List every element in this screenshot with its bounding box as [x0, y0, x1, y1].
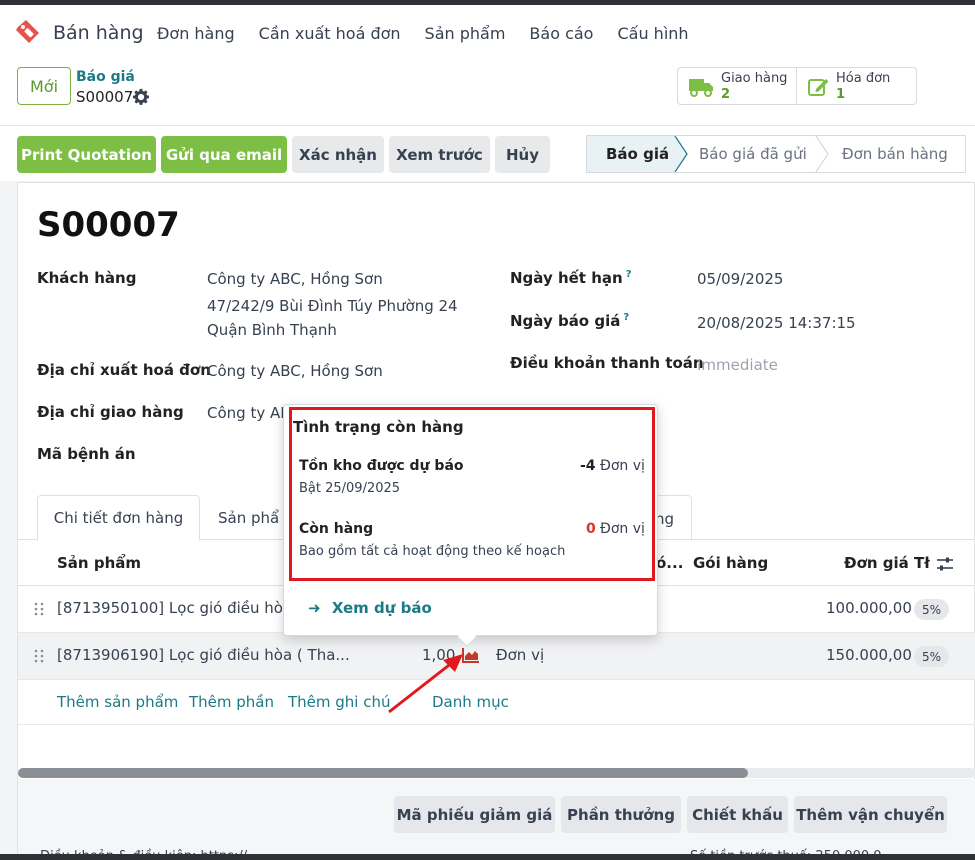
view-forecast-link[interactable]: ➜ Xem dự báo — [308, 599, 432, 617]
col-packaging[interactable]: Gói hàng — [693, 554, 768, 572]
invoice-address-label: Địa chỉ xuất hoá đơn — [37, 361, 211, 379]
forecast-value: -4 — [580, 458, 596, 474]
invoice-smart-button[interactable]: Hóa đơn 1 — [796, 67, 917, 105]
rewards-button[interactable]: Phần thưởng — [561, 796, 681, 833]
menu-products[interactable]: Sản phẩm — [425, 24, 506, 43]
col-taxes[interactable]: Tł — [914, 554, 930, 572]
app-name[interactable]: Bán hàng — [53, 22, 144, 44]
invoice-count: 1 — [836, 87, 846, 102]
customer-address-line2: Quận Bình Thạnh — [207, 321, 337, 339]
forecast-unit: Đơn vị — [600, 458, 645, 474]
add-section-link[interactable]: Thêm phần — [189, 693, 274, 711]
top-navbar: Bán hàng Đơn hàng Cần xuất hoá đơn Sản p… — [0, 5, 975, 59]
main-menu: Đơn hàng Cần xuất hoá đơn Sản phẩm Báo c… — [157, 24, 713, 43]
preview-button[interactable]: Xem trước — [389, 136, 490, 173]
add-product-link[interactable]: Thêm sản phẩm — [57, 693, 178, 711]
col-unit-price[interactable]: Đơn giá — [844, 554, 909, 572]
confirm-button[interactable]: Xác nhận — [292, 136, 384, 173]
horizontal-scrollbar-thumb[interactable] — [18, 768, 748, 778]
sale-tag-icon[interactable] — [14, 18, 42, 46]
cancel-button[interactable]: Hủy — [495, 136, 550, 173]
row-unit-price[interactable]: 100.000,00 — [826, 599, 912, 617]
row-uom[interactable]: Đơn vị — [496, 646, 544, 664]
help-mark[interactable]: ? — [623, 312, 629, 323]
on-hand-unit: Đơn vị — [600, 521, 645, 537]
delivery-address-field[interactable]: Công ty AB — [207, 404, 291, 422]
coupon-button[interactable]: Mã phiếu giảm giá — [394, 796, 555, 833]
customer-label: Khách hàng — [37, 269, 137, 287]
payment-terms-label: Điều khoản thanh toán — [510, 354, 704, 372]
menu-configuration[interactable]: Cấu hình — [617, 24, 688, 43]
row-tax-badge[interactable]: 5% — [914, 599, 950, 620]
help-mark[interactable]: ? — [626, 269, 632, 280]
customer-name[interactable]: Công ty ABC, Hồng Sơn — [207, 270, 383, 288]
breadcrumb-current: S00007 — [76, 88, 134, 106]
pencil-square-icon — [808, 79, 829, 96]
menu-to-invoice[interactable]: Cần xuất hoá đơn — [259, 24, 401, 43]
gear-icon[interactable] — [132, 88, 150, 106]
view-forecast-text: Xem dự báo — [331, 599, 432, 617]
annotation-arrow-icon — [388, 654, 463, 714]
quote-date-label-text: Ngày báo giá — [510, 312, 621, 330]
window-bottom-strip — [0, 854, 975, 860]
add-shipping-button[interactable]: Thêm vận chuyển — [794, 796, 947, 833]
add-note-link[interactable]: Thêm ghi chú — [288, 693, 391, 711]
menu-orders[interactable]: Đơn hàng — [157, 24, 235, 43]
truck-icon — [689, 79, 713, 97]
table-row[interactable]: [8713906190] Lọc gió điều hòa ( Tha... 1… — [18, 633, 975, 680]
divider — [18, 724, 975, 725]
expiry-label-text: Ngày hết hạn — [510, 269, 623, 287]
drag-handle-icon[interactable] — [34, 649, 44, 663]
breadcrumb-parent[interactable]: Báo giá — [76, 69, 135, 85]
col-hidden[interactable]: ó... — [656, 554, 683, 572]
customer-address-line1: 47/242/9 Bùi Đình Túy Phường 24 — [207, 297, 458, 315]
status-quotation[interactable]: Báo giá — [606, 136, 669, 172]
print-quotation-button[interactable]: Print Quotation — [17, 136, 156, 173]
row-tax-badge[interactable]: 5% — [914, 646, 950, 667]
status-sales-order[interactable]: Đơn bán hàng — [842, 136, 948, 172]
delivery-smart-button[interactable]: Giao hàng 2 — [677, 67, 797, 105]
menu-reports[interactable]: Báo cáo — [529, 24, 593, 43]
column-settings-icon[interactable] — [936, 556, 954, 572]
on-hand-note: Bao gồm tất cả hoạt động theo kế hoạch — [299, 544, 566, 559]
expiry-label: Ngày hết hạn? — [510, 269, 632, 287]
action-bar: Print Quotation Gửi qua email Xác nhận X… — [0, 125, 975, 181]
row-product[interactable]: [8713906190] Lọc gió điều hòa ( Tha... — [57, 646, 350, 664]
payment-terms-field[interactable]: Immediate — [697, 356, 778, 374]
arrow-right-icon: ➜ — [308, 599, 321, 617]
medical-record-label: Mã bệnh án — [37, 445, 136, 463]
on-hand-value: 0 — [586, 521, 596, 537]
drag-handle-icon[interactable] — [34, 602, 44, 616]
quote-date-label: Ngày báo giá? — [510, 312, 629, 330]
invoice-address-field[interactable]: Công ty ABC, Hồng Sơn — [207, 362, 383, 380]
invoice-label: Hóa đơn — [836, 71, 891, 86]
control-panel: Mới Báo giá S00007 Giao hàng 2 Hóa đơn 1 — [0, 59, 975, 125]
status-bar: Báo giá Báo giá đã gửi Đơn bán hàng — [586, 135, 966, 173]
tab-order-lines[interactable]: Chi tiết đơn hàng — [37, 495, 200, 541]
row-product[interactable]: [8713950100] Lọc gió điều hòa — [57, 599, 292, 617]
forecast-date: Bật 25/09/2025 — [299, 481, 401, 496]
delivery-label: Giao hàng — [721, 71, 788, 86]
expiry-date-field[interactable]: 05/09/2025 — [697, 270, 783, 288]
order-reference: S00007 — [37, 205, 180, 245]
discount-button[interactable]: Chiết khấu — [687, 796, 788, 833]
new-button[interactable]: Mới — [17, 67, 71, 105]
col-product[interactable]: Sản phẩm — [57, 554, 141, 572]
send-email-button[interactable]: Gửi qua email — [161, 136, 287, 173]
row-unit-price[interactable]: 150.000,00 — [826, 646, 912, 664]
form-footer: Mã phiếu giảm giá Phần thưởng Chiết khấu… — [18, 779, 975, 860]
quote-date-field[interactable]: 20/08/2025 14:37:15 — [697, 314, 856, 332]
forecast-label: Tồn kho được dự báo — [299, 458, 464, 474]
delivery-count: 2 — [721, 87, 731, 102]
status-quotation-sent[interactable]: Báo giá đã gửi — [699, 136, 807, 172]
on-hand-label: Còn hàng — [299, 521, 374, 537]
popover-title: Tình trạng còn hàng — [293, 418, 464, 436]
delivery-address-label: Địa chỉ giao hàng — [37, 403, 184, 421]
tab-products[interactable]: Sản phẩ — [200, 495, 290, 541]
